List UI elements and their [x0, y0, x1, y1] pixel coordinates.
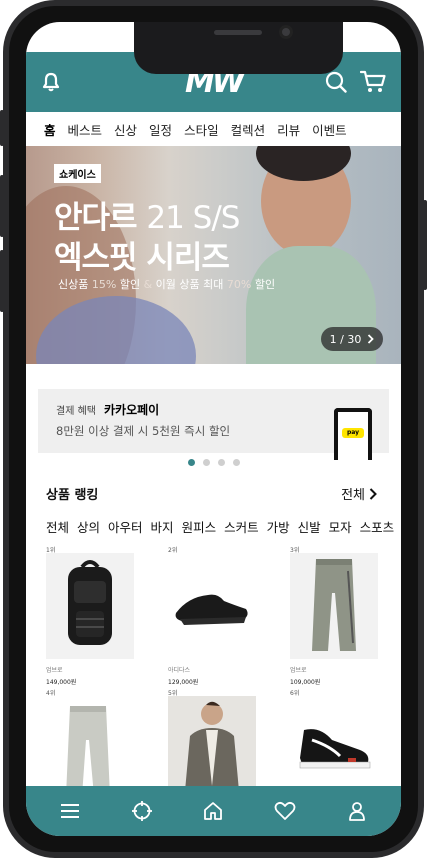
product-card[interactable]: 2위 아디다스 129,000원 — [168, 545, 258, 686]
carousel-dots — [26, 459, 401, 466]
screen: MW 홈 베스트 신상 일정 스타일 컬렉션 리뷰 이벤트 쇼케이스 안다르 2… — [26, 22, 401, 836]
nav-item-schedule[interactable]: 일정 — [149, 120, 172, 139]
category-tops[interactable]: 상의 — [77, 517, 100, 536]
rank-number: 4위 — [46, 690, 56, 697]
category-skirt[interactable]: 스커트 — [224, 517, 259, 536]
cart-icon[interactable] — [358, 52, 388, 112]
rank-number: 5위 — [168, 690, 178, 697]
product-card[interactable]: 3위 엄브로 109,000원 — [290, 545, 380, 686]
category-all[interactable]: 전체 — [46, 517, 69, 536]
product-price: 149,000원 — [46, 679, 77, 686]
rank-number: 1위 — [46, 547, 56, 554]
carousel-dot[interactable] — [217, 459, 225, 466]
payment-benefit-card[interactable]: 결제 혜택 카카오페이 8만원 이상 결제 시 5천원 즉시 할인 pay — [38, 389, 389, 460]
product-card[interactable]: 4위 — [46, 688, 136, 802]
nav-item-event[interactable]: 이벤트 — [312, 120, 347, 139]
nav-item-new[interactable]: 신상 — [114, 120, 137, 139]
phone-illustration-icon: pay — [334, 408, 372, 460]
sneaker-icon — [168, 553, 256, 659]
nav-item-review[interactable]: 리뷰 — [277, 120, 300, 139]
nav-item-style[interactable]: 스타일 — [184, 120, 219, 139]
ranking-categories: 전체 상의 아우터 바지 원피스 스커트 가방 신발 모자 스포츠 — [46, 517, 401, 536]
category-outer[interactable]: 아우터 — [108, 517, 143, 536]
user-icon[interactable] — [337, 791, 377, 831]
category-dress[interactable]: 원피스 — [182, 517, 217, 536]
banner-title-line1: 안다르 21 S/S — [54, 200, 240, 236]
jogger-pants-icon — [290, 553, 378, 659]
kakaopay-badge: pay — [342, 428, 364, 438]
carousel-dot[interactable] — [232, 459, 240, 466]
chevron-right-icon — [369, 487, 377, 500]
chevron-right-icon — [368, 334, 375, 344]
counter-text: 1 / 30 — [329, 332, 362, 346]
nav-item-home[interactable]: 홈 — [44, 120, 56, 139]
menu-icon[interactable] — [50, 791, 90, 831]
carousel-dot[interactable] — [187, 459, 195, 466]
volume-down-button — [0, 250, 4, 312]
explore-icon[interactable] — [122, 791, 162, 831]
category-bag[interactable]: 가방 — [267, 517, 290, 536]
main-nav: 홈 베스트 신상 일정 스타일 컬렉션 리뷰 이벤트 — [26, 112, 401, 146]
speaker — [214, 30, 262, 35]
rank-number: 6위 — [290, 690, 300, 697]
product-price: 129,000원 — [168, 679, 199, 686]
power-button — [423, 200, 427, 290]
banner-subtitle: 신상품 15% 할인 & 이월 상품 최대 70% 할인 — [58, 278, 276, 291]
rank-number: 3위 — [290, 547, 300, 554]
ranking-title: 상품 랭킹 — [46, 488, 99, 503]
carousel-dot[interactable] — [202, 459, 210, 466]
category-sports[interactable]: 스포츠 — [360, 517, 395, 536]
product-brand: 엄브로 — [290, 667, 307, 674]
all-label: 전체 — [341, 488, 365, 503]
product-brand: 아디다스 — [168, 667, 191, 674]
notch — [134, 22, 343, 74]
product-card[interactable]: 6위 — [290, 688, 380, 802]
home-icon[interactable] — [193, 791, 233, 831]
heart-icon[interactable] — [265, 791, 305, 831]
rank-number: 2위 — [168, 547, 178, 554]
nav-item-best[interactable]: 베스트 — [68, 120, 103, 139]
volume-up-button — [0, 175, 4, 237]
backpack-icon — [46, 553, 134, 659]
category-shoes[interactable]: 신발 — [298, 517, 321, 536]
payment-header: 결제 혜택 카카오페이 — [56, 403, 160, 417]
product-card[interactable]: 1위 엄브로 149,000원 — [46, 545, 136, 686]
banner-page-counter[interactable]: 1 / 30 — [321, 327, 383, 351]
mute-switch — [0, 110, 4, 146]
product-price: 109,000원 — [290, 679, 321, 686]
bottom-tab-bar — [26, 786, 401, 836]
banner-title-line2: 엑스핏 시리즈 — [54, 240, 230, 276]
front-camera — [279, 25, 293, 39]
payment-description: 8만원 이상 결제 시 5천원 즉시 할인 — [56, 424, 231, 438]
showcase-tag: 쇼케이스 — [54, 164, 101, 183]
category-pants[interactable]: 바지 — [151, 517, 174, 536]
hero-banner[interactable]: 쇼케이스 안다르 21 S/S 엑스핏 시리즈 신상품 15% 할인 & 이월 … — [26, 146, 401, 364]
category-hat[interactable]: 모자 — [329, 517, 352, 536]
ranking-all-link[interactable]: 전체 — [341, 484, 377, 503]
product-brand: 엄브로 — [46, 667, 63, 674]
nav-item-collection[interactable]: 컬렉션 — [231, 120, 266, 139]
product-card[interactable]: 5위 — [168, 688, 258, 802]
